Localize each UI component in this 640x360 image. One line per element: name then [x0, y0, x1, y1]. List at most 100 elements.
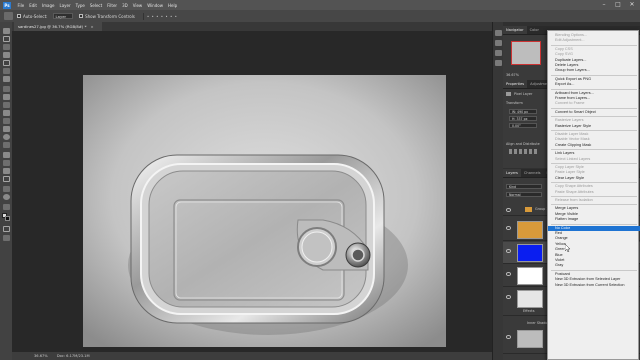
angle-field[interactable]: 0.00°	[509, 123, 537, 128]
crop-tool-icon[interactable]	[2, 60, 10, 66]
menu-type[interactable]: Type	[73, 3, 87, 8]
menu-window[interactable]: Window	[145, 3, 166, 8]
auto-select-label: Auto-Select:	[23, 13, 48, 19]
minimize-button[interactable]: –	[598, 1, 610, 9]
maximize-button[interactable]: □	[612, 1, 624, 9]
menu-separator	[551, 130, 637, 131]
menu-item-convert-to-smart-object[interactable]: Convert to Smart Object	[548, 110, 640, 115]
auto-select-dropdown[interactable]: Layer	[52, 13, 74, 19]
zoom-tool-icon[interactable]	[2, 194, 10, 200]
tab-color[interactable]: Color	[527, 28, 542, 32]
height-field[interactable]: H: 337 px	[509, 116, 537, 121]
brush-tool-icon[interactable]	[2, 94, 10, 100]
tab-channels[interactable]: Channels	[521, 171, 544, 175]
history-brush-tool-icon[interactable]	[2, 110, 10, 116]
eraser-tool-icon[interactable]	[2, 118, 10, 124]
lasso-tool-icon[interactable]	[2, 44, 10, 50]
menu-item-group-from-layers[interactable]: Group from Layers...	[548, 68, 640, 73]
history-icon[interactable]	[495, 30, 502, 36]
move-tool-icon[interactable]	[4, 12, 13, 20]
character-icon[interactable]	[495, 50, 502, 56]
document-size: Doc: 6.17M/23.1M	[56, 354, 90, 358]
menu-separator	[551, 107, 637, 109]
menu-item-convert-to-frame: Convert to Frame	[555, 101, 585, 106]
menu-separator	[551, 88, 637, 90]
rectangle-tool-icon[interactable]	[2, 176, 10, 182]
options-divider	[142, 12, 144, 20]
menu-separator	[551, 204, 637, 205]
zoom-level[interactable]: 36.67%	[34, 354, 48, 358]
align-buttons[interactable]: • • • • • • •	[147, 14, 178, 19]
menu-view[interactable]: View	[130, 3, 145, 8]
menu-file[interactable]: File	[15, 3, 27, 8]
tab-navigator[interactable]: Navigator	[503, 26, 527, 34]
menu-3d[interactable]: 3D	[120, 3, 131, 8]
background-color-swatch[interactable]	[4, 216, 10, 221]
visibility-eye-icon[interactable]	[506, 249, 511, 253]
type-tool-icon[interactable]	[2, 160, 10, 166]
width-field[interactable]: W: 490 px	[509, 109, 537, 114]
menu-item-clear-layer-style[interactable]: Clear Layer Style	[548, 176, 640, 181]
menu-item-rasterize-layer-style[interactable]: Rasterize Layer Style	[548, 124, 640, 129]
frame-tool-icon[interactable]	[2, 68, 10, 74]
menu-item-create-clipping-mask[interactable]: Create Clipping Mask	[548, 143, 640, 148]
paragraph-icon[interactable]	[495, 60, 502, 66]
marquee-tool-icon[interactable]	[2, 36, 10, 42]
menu-help[interactable]: Help	[165, 3, 179, 8]
menu-item-export-as[interactable]: Export As...	[548, 82, 640, 87]
hand-tool-icon[interactable]	[2, 186, 10, 192]
close-tab-icon[interactable]: ×	[91, 24, 94, 29]
quick-mask-icon[interactable]	[2, 226, 10, 232]
menu-item-new-3d-extrusion-from-current-selection[interactable]: New 3D Extrusion from Current Selection	[548, 283, 640, 288]
menu-select[interactable]: Select	[87, 3, 104, 8]
menu-image[interactable]: Image	[39, 3, 57, 8]
healing-brush-tool-icon[interactable]	[2, 86, 10, 92]
menu-item-release-from-isolation: Release from Isolation	[555, 198, 593, 202]
quick-select-tool-icon[interactable]	[2, 52, 10, 58]
menu-separator	[551, 269, 637, 271]
dodge-tool-icon[interactable]	[2, 142, 10, 148]
mouse-cursor-icon	[565, 244, 571, 252]
navigator-preview[interactable]	[511, 41, 541, 65]
tab-layers[interactable]: Layers	[503, 169, 521, 177]
gradient-tool-icon[interactable]	[2, 126, 10, 132]
canvas-image[interactable]	[83, 75, 446, 347]
layer-thumbnail	[517, 290, 543, 308]
menu-layer[interactable]: Layer	[57, 3, 73, 8]
path-selection-tool-icon[interactable]	[2, 168, 10, 174]
move-tool-icon[interactable]	[2, 28, 10, 34]
layer-context-menu: Blending Options... Edit Adjustment... Cop…	[547, 30, 640, 360]
effects-label: Effects	[523, 309, 535, 313]
visibility-eye-icon[interactable]	[506, 335, 511, 339]
tab-properties[interactable]: Properties	[503, 80, 528, 88]
transform-controls-checkbox[interactable]	[79, 14, 84, 18]
blur-tool-icon[interactable]	[2, 134, 10, 140]
blend-mode-select[interactable]: Normal	[506, 192, 542, 197]
visibility-eye-icon[interactable]	[506, 272, 511, 276]
brush-settings-icon[interactable]	[495, 40, 502, 46]
layer-thumbnail	[517, 221, 543, 239]
document-tab[interactable]: sardines27.jpg @ 36.7% (RGB/8#) * ×	[14, 22, 102, 31]
menu-edit[interactable]: Edit	[27, 3, 40, 8]
layer-filter-kind[interactable]: Kind	[506, 184, 542, 189]
photoshop-logo-icon: Ps	[3, 1, 11, 9]
visibility-eye-icon[interactable]	[506, 208, 511, 212]
navigator-zoom[interactable]: 36.67%	[506, 73, 519, 77]
menu-separator	[551, 149, 637, 150]
more-tools-icon[interactable]	[2, 204, 10, 210]
menu-bar: Ps File Edit Image Layer Type Select Fil…	[0, 0, 640, 10]
eyedropper-tool-icon[interactable]	[2, 76, 10, 82]
menu-filter[interactable]: Filter	[105, 3, 120, 8]
visibility-eye-icon[interactable]	[506, 226, 511, 230]
pen-tool-icon[interactable]	[2, 152, 10, 158]
transform-label: Transform	[506, 101, 523, 105]
menu-item-gray[interactable]: Gray	[548, 263, 640, 268]
canvas-workspace[interactable]	[12, 31, 492, 352]
auto-select-checkbox[interactable]	[17, 14, 21, 18]
visibility-eye-icon[interactable]	[506, 295, 511, 299]
close-window-button[interactable]: ✕	[626, 1, 638, 9]
clone-stamp-tool-icon[interactable]	[2, 102, 10, 108]
screen-mode-icon[interactable]	[2, 235, 10, 241]
menu-item-flatten-image[interactable]: Flatten Image	[548, 217, 640, 222]
align-buttons[interactable]	[509, 149, 539, 154]
